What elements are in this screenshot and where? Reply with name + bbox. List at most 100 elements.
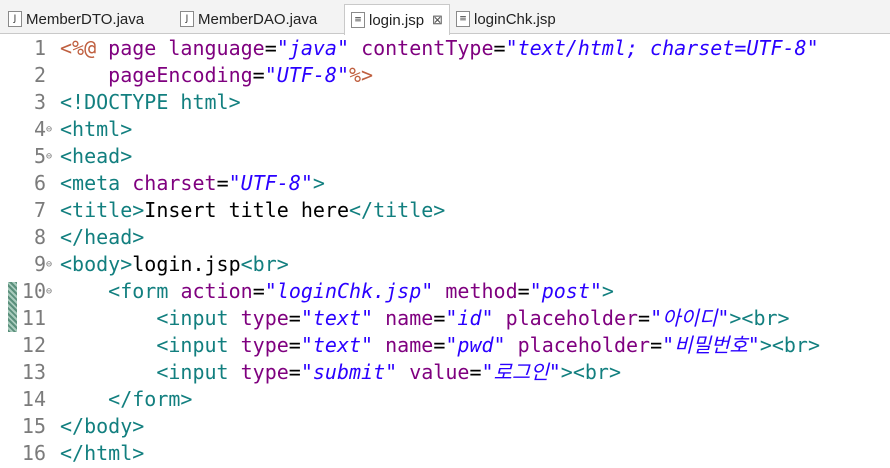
code-text: <head>: [60, 143, 132, 170]
code-line[interactable]: 12 <input type="text" name="pwd" placeho…: [0, 332, 890, 359]
code-token: =: [216, 171, 229, 195]
code-line[interactable]: 10 ⊖ <form action="loginChk.jsp" method="…: [0, 278, 890, 305]
code-editor[interactable]: 1 <%@ page language="java" contentType="t…: [0, 34, 890, 468]
code-text: <meta charset="UTF-8">: [60, 170, 325, 197]
code-token: "로그인": [481, 360, 561, 384]
code-token: <br>: [240, 252, 289, 276]
code-token: >: [601, 279, 614, 303]
code-text: <!DOCTYPE html>: [60, 89, 241, 116]
line-number: 1: [33, 36, 46, 60]
code-line[interactable]: 13 <input type="submit" value="로그인"><br>: [0, 359, 890, 386]
code-text: <%@ page language="java" contentType="te…: [60, 35, 819, 62]
code-token: %>: [349, 63, 374, 87]
code-token: "UTF-8": [228, 171, 313, 195]
code-token: charset: [132, 171, 217, 195]
tab-label: MemberDAO.java: [198, 10, 318, 28]
code-token: =: [638, 306, 651, 330]
tab-memberdao[interactable]: J MemberDAO.java: [180, 4, 317, 34]
tab-loginchk-jsp[interactable]: ≡ loginChk.jsp: [456, 4, 556, 34]
tab-memberdto[interactable]: J MemberDTO.java: [8, 4, 144, 34]
line-number: 5: [33, 144, 46, 168]
code-token: >: [312, 171, 325, 195]
line-number: 2: [33, 63, 46, 87]
editor-tab-bar: J MemberDTO.java J MemberDAO.java ≡ logi…: [0, 0, 890, 35]
fold-toggle-icon[interactable]: ⊖: [46, 116, 58, 143]
code-line[interactable]: 1 <%@ page language="java" contentType="t…: [0, 35, 890, 62]
code-text: <body>login.jsp<br>: [60, 251, 289, 278]
code-line[interactable]: 2 pageEncoding="UTF-8"%>: [0, 62, 890, 89]
code-token: "text": [300, 333, 374, 357]
line-number: 16: [21, 441, 46, 465]
code-line[interactable]: 9 ⊖ <body>login.jsp<br>: [0, 251, 890, 278]
code-line[interactable]: 16 </html>: [0, 440, 890, 467]
code-token: <html>: [60, 117, 133, 141]
code-token: type: [240, 306, 289, 330]
code-line[interactable]: 6 <meta charset="UTF-8">: [0, 170, 890, 197]
code-text: <input type="submit" value="로그인"><br>: [60, 359, 621, 386]
code-line[interactable]: 14 </form>: [0, 386, 890, 413]
code-token: "id": [445, 306, 494, 330]
code-token: "loginChk.jsp": [264, 279, 434, 303]
code-line[interactable]: 5 ⊖ <head>: [0, 143, 890, 170]
code-token: action: [180, 279, 253, 303]
code-token: =: [517, 279, 530, 303]
code-token: <input: [156, 360, 229, 384]
code-token: =: [252, 63, 265, 87]
code-line[interactable]: 4 ⊖ <html>: [0, 116, 890, 143]
code-token: page: [108, 36, 157, 60]
code-token: </title>: [349, 198, 446, 222]
code-text: </form>: [60, 386, 192, 413]
code-line[interactable]: 3 <!DOCTYPE html>: [0, 89, 890, 116]
code-text: </body>: [60, 413, 144, 440]
java-file-icon: J: [180, 11, 194, 27]
code-token: =: [264, 36, 277, 60]
close-icon[interactable]: ⊠: [432, 12, 443, 28]
code-text: <title>Insert title here</title>: [60, 197, 445, 224]
code-line[interactable]: 7 <title>Insert title here</title>: [0, 197, 890, 224]
java-file-icon: J: [8, 11, 22, 27]
fold-toggle-icon[interactable]: ⊖: [46, 251, 58, 278]
code-token: =: [650, 333, 663, 357]
tab-label: loginChk.jsp: [474, 10, 556, 28]
code-token: =: [493, 36, 506, 60]
code-token: <input: [156, 333, 229, 357]
line-number: 13: [21, 360, 46, 384]
code-token: =: [288, 360, 301, 384]
fold-toggle-icon[interactable]: ⊖: [46, 278, 58, 305]
code-token: method: [445, 279, 518, 303]
jsp-file-icon: ≡: [351, 12, 365, 28]
code-token: placeholder: [505, 306, 639, 330]
code-text: <form action="loginChk.jsp" method="post…: [60, 278, 614, 305]
code-line[interactable]: 8 </head>: [0, 224, 890, 251]
code-token: "text/html; charset=UTF-8": [505, 36, 819, 60]
code-token: </head>: [60, 225, 145, 249]
line-number: 8: [33, 225, 46, 249]
code-token: Insert title here: [144, 198, 349, 222]
line-number: 11: [21, 306, 46, 330]
code-text: </html>: [60, 440, 144, 467]
jsp-file-icon: ≡: [456, 11, 470, 27]
code-line[interactable]: 15 </body>: [0, 413, 890, 440]
line-number: 12: [21, 333, 46, 357]
code-token: "submit": [300, 360, 398, 384]
code-token: =: [288, 306, 301, 330]
code-token: </body>: [60, 414, 145, 438]
tab-login-jsp[interactable]: ≡ login.jsp ⊠: [344, 4, 450, 35]
code-line[interactable]: 11 <input type="text" name="id" placehol…: [0, 305, 890, 332]
fold-toggle-icon[interactable]: ⊖: [46, 143, 58, 170]
